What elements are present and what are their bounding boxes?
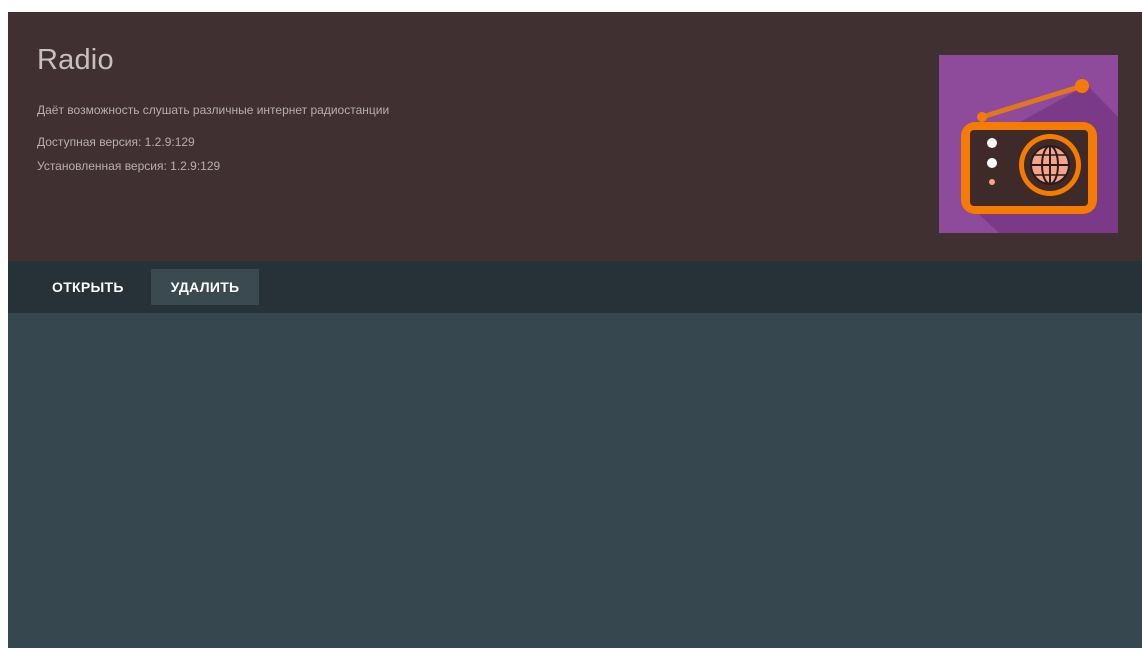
open-button[interactable]: ОТКРЫТЬ: [30, 269, 146, 305]
installed-version-label: Установленная версия: [37, 159, 170, 173]
available-version: Доступная версия1.2.9:129: [37, 134, 195, 150]
app-header: Radio Даёт возможность слушать различные…: [8, 12, 1142, 261]
content-area: [8, 313, 1142, 648]
app-description: Даёт возможность слушать различные интер…: [37, 103, 390, 117]
app-title: Radio: [37, 44, 114, 76]
available-version-value: 1.2.9:129: [144, 135, 195, 149]
radio-globe-icon: [939, 55, 1118, 233]
available-version-label: Доступная версия: [37, 135, 145, 149]
app-details-screen: Radio Даёт возможность слушать различные…: [8, 12, 1142, 648]
installed-version: Установленная версия1.2.9:129: [37, 158, 220, 174]
installed-version-value: 1.2.9:129: [170, 159, 221, 173]
actions-bar: ОТКРЫТЬ УДАЛИТЬ: [8, 261, 1142, 313]
delete-button[interactable]: УДАЛИТЬ: [151, 269, 259, 305]
